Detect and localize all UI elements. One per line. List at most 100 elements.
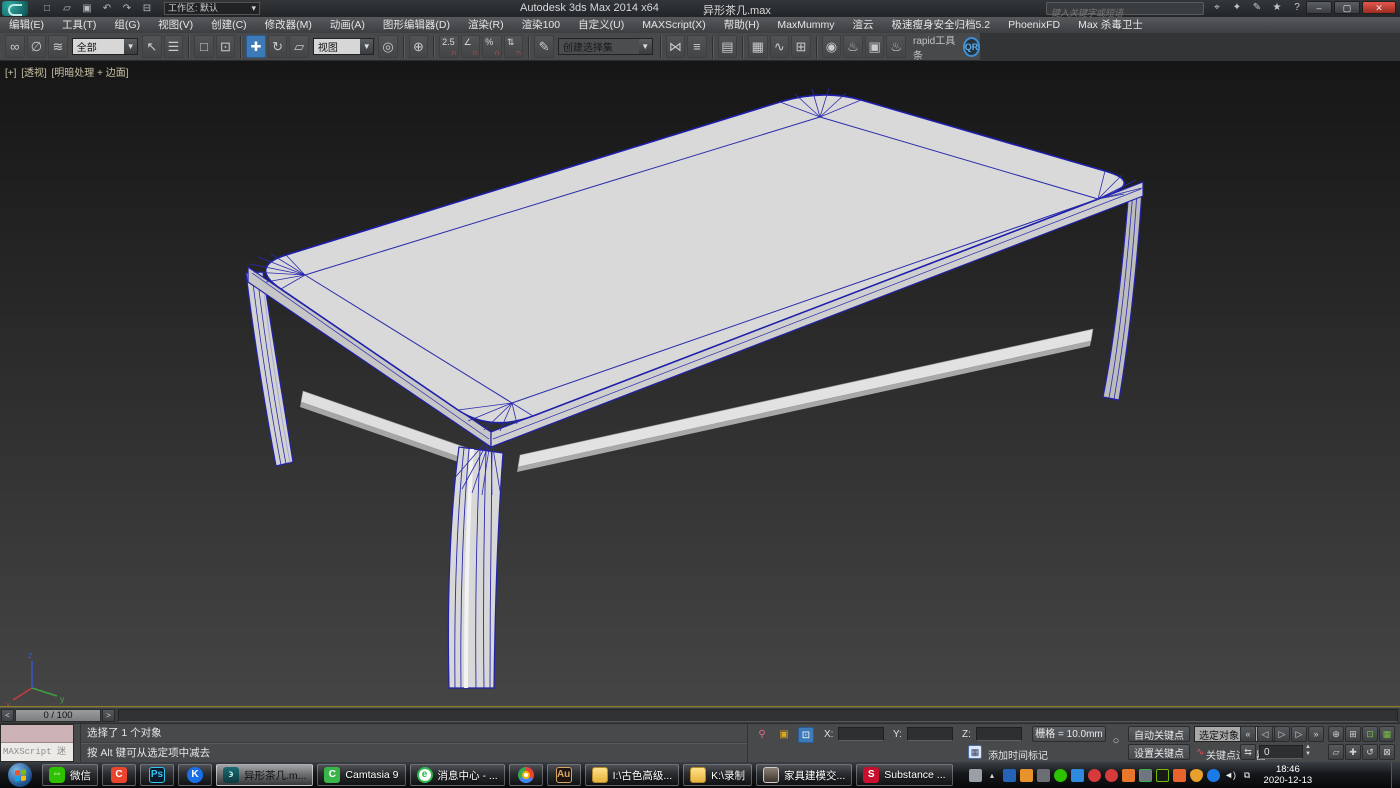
maxscript-mini-listener[interactable]: MAXScript 迷 <box>0 724 74 762</box>
menu-animation[interactable]: 动画(A) <box>321 17 374 33</box>
help-search-box[interactable] <box>1046 2 1204 15</box>
taskbar-folder-1[interactable]: I:\古色高级... <box>585 764 680 786</box>
viewport-shading-menu[interactable]: [明暗处理 + 边面] <box>52 68 129 79</box>
menu-render100[interactable]: 渲染100 <box>513 17 570 33</box>
nvidia-tray-icon[interactable] <box>1156 769 1169 782</box>
perspective-viewport[interactable]: x y z [+] [透视] [明暗处理 + 边面] <box>0 61 1400 707</box>
keyboard-tray-icon[interactable] <box>969 769 982 782</box>
add-time-tag[interactable]: 添加时间标记 <box>988 747 1048 762</box>
taskbar-substance-window[interactable]: S Substance ... <box>856 764 952 786</box>
zoom-extents-all-icon[interactable]: ▦ <box>1379 726 1395 742</box>
reference-coordinate-dropdown[interactable]: 视图▼ <box>313 38 374 55</box>
security-shield-tray-icon[interactable] <box>1190 769 1203 782</box>
minimize-button[interactable]: – <box>1306 1 1332 14</box>
menu-phoenixfd[interactable]: PhoenixFD <box>999 17 1069 33</box>
menu-antivirus[interactable]: Max 杀毒卫士 <box>1069 17 1152 33</box>
z-field[interactable] <box>976 727 1022 741</box>
menu-rendering[interactable]: 渲染(R) <box>459 17 513 33</box>
window-crossing-icon[interactable]: ⊡ <box>216 35 236 58</box>
pan-view-icon[interactable]: ✚ <box>1345 744 1361 760</box>
new-file-icon[interactable]: □ <box>38 2 56 16</box>
zoom-extents-icon[interactable]: ⊡ <box>1362 726 1378 742</box>
wechat-tray-icon[interactable] <box>1054 769 1067 782</box>
next-frame-icon[interactable]: ▷ <box>1291 726 1307 742</box>
key-mode-toggle-icon[interactable]: ⇆ <box>1240 744 1256 760</box>
keyboard-override-icon[interactable]: ✎ <box>534 35 554 58</box>
select-by-name-icon[interactable]: ☰ <box>164 35 184 58</box>
menu-graph-editors[interactable]: 图形编辑器(D) <box>374 17 459 33</box>
save-file-icon[interactable]: ▣ <box>78 2 96 16</box>
material-editor-icon[interactable]: ◉ <box>822 35 842 58</box>
macro-recorder-row[interactable] <box>1 725 73 743</box>
menu-help[interactable]: 帮助(H) <box>715 17 769 33</box>
pdf-tray-icon[interactable] <box>1037 769 1050 782</box>
zoom-all-icon[interactable]: ⊞ <box>1345 726 1361 742</box>
layer-manager-icon[interactable]: ▤ <box>718 35 738 58</box>
search-icon[interactable]: ⌖ <box>1210 1 1224 15</box>
taskbar-message-center-window[interactable]: e 消息中心 - ... <box>410 764 505 786</box>
current-frame-field[interactable]: 0 <box>1259 745 1303 759</box>
y-field[interactable] <box>907 727 953 741</box>
maximize-viewport-icon[interactable]: ⊠ <box>1379 744 1395 760</box>
x-field[interactable] <box>838 727 884 741</box>
isolate-selection-icon[interactable]: ⚲ <box>754 727 770 743</box>
workspace-dropdown[interactable]: 工作区: 默认▾ <box>164 2 260 15</box>
open-file-icon[interactable]: ▱ <box>58 2 76 16</box>
taskbar-audition-pinned[interactable]: Au <box>547 764 581 786</box>
key-icon[interactable]: ✦ <box>1230 1 1244 15</box>
close-button[interactable]: ✕ <box>1362 1 1396 14</box>
usb-safe-remove-tray-icon[interactable] <box>1139 769 1152 782</box>
rendered-frame-icon[interactable]: ▣ <box>865 35 885 58</box>
select-and-scale-icon[interactable]: ▱ <box>289 35 309 58</box>
screen-record-tray-icon[interactable] <box>1173 769 1186 782</box>
absolute-mode-icon[interactable]: ⊡ <box>798 727 814 743</box>
align-icon[interactable]: ≡ <box>687 35 707 58</box>
spinner-snap-icon[interactable]: ⇅ ∩ <box>504 35 524 58</box>
menu-modifiers[interactable]: 修改器(M) <box>256 17 321 33</box>
menu-views[interactable]: 视图(V) <box>149 17 202 33</box>
input-method-tray-icon[interactable] <box>1003 769 1016 782</box>
snipping-tray-icon[interactable] <box>1122 769 1135 782</box>
qr-button[interactable]: QR <box>963 37 981 57</box>
unlink-selection-icon[interactable]: ∅ <box>27 35 47 58</box>
zoom-icon[interactable]: ⊕ <box>1328 726 1344 742</box>
signin-pen-icon[interactable]: ✎ <box>1250 1 1264 15</box>
start-button[interactable] <box>8 763 32 787</box>
schematic-view-icon[interactable]: ⊞ <box>791 35 811 58</box>
table-model[interactable]: x y z <box>0 61 1400 706</box>
rectangular-selection-icon[interactable]: □ <box>194 35 214 58</box>
time-slider-handle[interactable]: 0 / 100 <box>15 709 101 722</box>
taskbar-wechat[interactable]: ◦◦ 微信 <box>42 764 98 786</box>
menu-group[interactable]: 组(G) <box>105 17 149 33</box>
taskbar-kk-pinned[interactable]: K <box>178 764 212 786</box>
phone-link-tray-icon[interactable] <box>1071 769 1084 782</box>
app-logo-icon[interactable] <box>2 1 28 16</box>
expand-tray-icon[interactable]: ▴ <box>986 769 999 782</box>
taskbar-folder-2[interactable]: K:\录制 <box>683 764 752 786</box>
previous-frame-icon[interactable]: ◁ <box>1257 726 1273 742</box>
taskbar-clock[interactable]: 18:46 2020-12-13 <box>1264 764 1313 786</box>
named-selection-sets-dropdown[interactable]: 创建选择集▼ <box>558 38 653 55</box>
percent-snap-icon[interactable]: % ∩ <box>482 35 502 58</box>
taskbar-camtasia9-window[interactable]: C Camtasia 9 <box>317 764 405 786</box>
snap-toggle-icon[interactable]: 2.5 ∩ <box>439 35 459 58</box>
angle-snap-icon[interactable]: ∠ ∩ <box>461 35 481 58</box>
menu-renderbus[interactable]: 渲云 <box>844 17 883 33</box>
select-and-manipulate-icon[interactable]: ⊕ <box>409 35 429 58</box>
undo-icon[interactable]: ↶ <box>98 2 116 16</box>
menu-tools[interactable]: 工具(T) <box>53 17 105 33</box>
taskbar-camtasia-pinned[interactable]: C <box>102 764 136 786</box>
mirror-icon[interactable]: ⋈ <box>666 35 686 58</box>
taskbar-chrome-pinned[interactable] <box>509 764 543 786</box>
360-browser-tray-icon[interactable] <box>1105 769 1118 782</box>
menu-maxscript[interactable]: MAXScript(X) <box>633 17 715 33</box>
maximize-button[interactable]: ▢ <box>1334 1 1360 14</box>
track-bar[interactable] <box>118 709 1398 722</box>
select-and-link-icon[interactable]: ∞ <box>5 35 25 58</box>
frame-spinner[interactable]: ▲▼ <box>1305 744 1311 758</box>
project-folder-icon[interactable]: ⊟ <box>138 2 156 16</box>
taskbar-photoshop-pinned[interactable]: Ps <box>140 764 174 786</box>
viewport-pov-menu[interactable]: [透视] <box>21 68 47 79</box>
previous-frame-button[interactable]: < <box>1 709 14 722</box>
go-to-end-icon[interactable]: » <box>1308 726 1324 742</box>
